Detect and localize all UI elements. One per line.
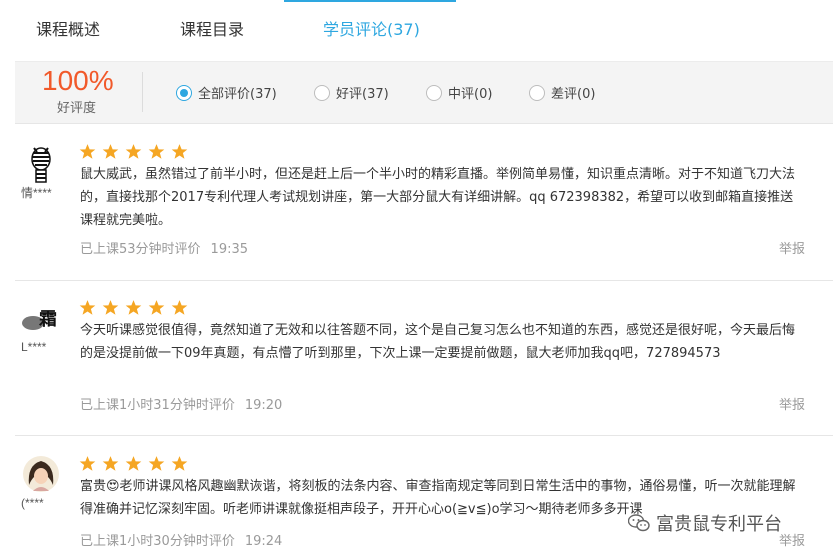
star-icon <box>79 300 96 315</box>
watermark: 富贵鼠专利平台 <box>628 510 782 536</box>
course-tabs: 课程概述 课程目录 学员评论(37) <box>0 0 833 52</box>
reviewer-name: L**** <box>21 340 47 354</box>
filter-neutral-label: 中评(0) <box>448 87 493 102</box>
review-meta-text: 已上课1小时30分钟时评价 <box>80 534 235 549</box>
filter-all[interactable]: 全部评价(37) <box>176 83 277 102</box>
review-meta: 已上课1小时30分钟时评价 19:24 <box>80 530 282 549</box>
star-icon <box>148 300 165 315</box>
calligraphy-avatar-icon: 霜 <box>20 300 62 338</box>
star-rating <box>79 299 188 316</box>
summary-divider <box>142 72 143 112</box>
positive-rate-value: 100% <box>42 65 114 96</box>
filter-positive-label: 好评(37) <box>336 87 389 102</box>
star-icon <box>148 144 165 159</box>
review-time: 19:20 <box>244 398 283 413</box>
active-tab-indicator <box>284 0 456 2</box>
star-icon <box>125 300 142 315</box>
review-time: 19:35 <box>210 242 249 257</box>
reviewer-name: (**** <box>21 496 44 510</box>
zebra-avatar-icon <box>20 145 62 183</box>
star-icon <box>171 300 188 315</box>
review-meta-text: 已上课1小时31分钟时评价 <box>80 398 235 413</box>
star-icon <box>125 144 142 159</box>
star-icon <box>79 456 96 471</box>
girl-avatar-icon <box>20 455 62 493</box>
star-icon <box>102 144 119 159</box>
star-icon <box>102 300 119 315</box>
review-meta-text: 已上课53分钟时评价 <box>80 242 201 257</box>
tab-overview[interactable]: 课程概述 <box>36 16 100 40</box>
radio-icon[interactable] <box>314 84 330 101</box>
watermark-text: 富贵鼠专利平台 <box>656 514 782 535</box>
star-icon <box>171 144 188 159</box>
review-divider <box>15 435 833 436</box>
star-icon <box>79 144 96 159</box>
filter-negative[interactable]: 差评(0) <box>529 83 595 102</box>
tab-catalog[interactable]: 课程目录 <box>180 16 244 40</box>
filter-positive[interactable]: 好评(37) <box>314 83 389 102</box>
radio-icon[interactable] <box>529 84 545 101</box>
rating-summary-bar: 100% 好评度 全部评价(37) 好评(37) 中评(0) 差评(0) <box>15 61 833 124</box>
review-divider <box>15 280 833 281</box>
star-icon <box>102 456 119 471</box>
review-text: 今天听课感觉很值得，竟然知道了无效和以往答题不同，这个是自己复习怎么也不知道的东… <box>80 323 796 361</box>
review-meta: 已上课1小时31分钟时评价 19:20 <box>80 394 282 413</box>
radio-checked-icon[interactable] <box>176 84 192 101</box>
review-text: 鼠大威武，虽然错过了前半小时，但还是赶上后一个半小时的精彩直播。举例简单易懂，知… <box>80 167 796 228</box>
report-button[interactable]: 举报 <box>779 530 805 549</box>
star-icon <box>148 456 165 471</box>
tab-reviews[interactable]: 学员评论(37) <box>323 16 420 40</box>
filter-all-label: 全部评价(37) <box>198 87 277 102</box>
filter-negative-label: 差评(0) <box>551 87 596 102</box>
reviewer-name: 情**** <box>21 186 52 200</box>
svg-text:霜: 霜 <box>38 309 57 330</box>
review-time: 19:24 <box>244 534 283 549</box>
positive-rate-label: 好评度 <box>57 101 97 116</box>
filter-neutral[interactable]: 中评(0) <box>426 83 492 102</box>
report-button[interactable]: 举报 <box>779 238 805 257</box>
star-rating <box>79 455 188 472</box>
review-meta: 已上课53分钟时评价 19:35 <box>80 238 248 257</box>
star-rating <box>79 143 188 160</box>
report-button[interactable]: 举报 <box>779 394 805 413</box>
star-icon <box>171 456 188 471</box>
wechat-icon <box>628 514 650 532</box>
star-icon <box>125 456 142 471</box>
radio-icon[interactable] <box>426 84 442 101</box>
